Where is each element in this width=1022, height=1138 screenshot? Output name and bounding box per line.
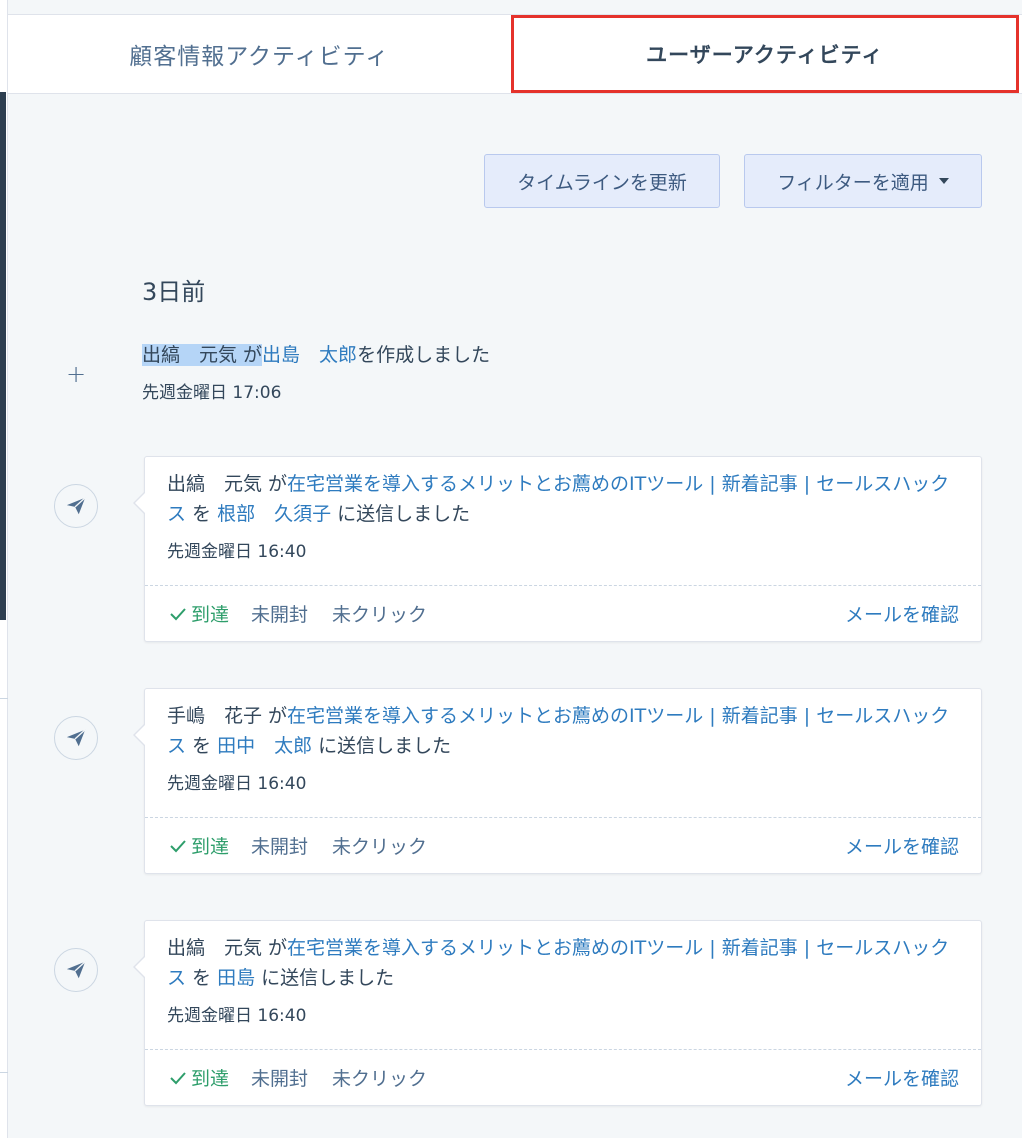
- paper-plane-icon: [54, 716, 98, 760]
- email-card: 出縞 元気 が在宅営業を導入するメリットとお薦めのITツール | 新着記事 | …: [133, 456, 982, 642]
- status-unclicked: 未クリック: [332, 836, 428, 858]
- email-particle: を: [186, 735, 218, 757]
- email-recipient-link[interactable]: 田島: [217, 967, 255, 989]
- check-icon: [170, 839, 186, 852]
- email-sender: 手嶋 花子 が: [167, 705, 288, 727]
- apply-filter-button[interactable]: フィルターを適用: [744, 154, 982, 208]
- view-email-link[interactable]: メールを確認: [845, 1064, 959, 1091]
- view-email-link[interactable]: メールを確認: [845, 832, 959, 859]
- email-description: 出縞 元気 が在宅営業を導入するメリットとお薦めのITツール | 新着記事 | …: [167, 933, 963, 993]
- left-edge-panel: [0, 0, 8, 1138]
- status-delivered: 到達: [169, 600, 229, 627]
- day-header: 3日前: [142, 278, 206, 306]
- refresh-timeline-button[interactable]: タイムラインを更新: [484, 154, 720, 208]
- tab-user-activity[interactable]: ユーザーアクティビティ: [510, 15, 1019, 93]
- caret-down-icon: [938, 178, 949, 184]
- email-description: 手嶋 花子 が在宅営業を導入するメリットとお薦めのITツール | 新着記事 | …: [167, 701, 963, 761]
- created-timestamp: 先週金曜日 17:06: [142, 383, 282, 403]
- email-timestamp: 先週金曜日 16:40: [167, 774, 307, 794]
- email-card: 出縞 元気 が在宅営業を導入するメリットとお薦めのITツール | 新着記事 | …: [133, 920, 982, 1106]
- view-email-link[interactable]: メールを確認: [845, 600, 959, 627]
- email-status-bar: 到達 未開封 未クリック メールを確認: [145, 585, 981, 641]
- left-edge-divider: [0, 1072, 8, 1073]
- activity-tabs: 顧客情報アクティビティ ユーザーアクティビティ: [8, 14, 1022, 94]
- created-action: を作成しました: [357, 344, 491, 366]
- email-suffix: に送信しました: [255, 967, 395, 989]
- status-delivered-label: 到達: [191, 1068, 230, 1090]
- check-icon: [170, 607, 186, 620]
- created-actor: 出縞 元気 が: [142, 344, 263, 366]
- activity-timeline: タイムラインを更新 フィルターを適用 3日前 + 出縞 元気 が出島 太郎を作成…: [8, 94, 1022, 1138]
- plus-icon: +: [66, 360, 87, 388]
- email-timestamp: 先週金曜日 16:40: [167, 1006, 307, 1026]
- email-recipient-link[interactable]: 根部 久須子: [217, 503, 331, 525]
- created-event-text: 出縞 元気 が出島 太郎を作成しました: [142, 340, 490, 367]
- status-delivered: 到達: [169, 1064, 229, 1091]
- email-status-bar: 到達 未開封 未クリック メールを確認: [145, 1049, 981, 1105]
- status-unopened: 未開封: [251, 836, 309, 858]
- email-suffix: に送信しました: [312, 735, 452, 757]
- status-unopened: 未開封: [251, 604, 309, 626]
- created-target-link[interactable]: 出島 太郎: [262, 344, 357, 366]
- paper-plane-icon: [54, 948, 98, 992]
- status-unclicked: 未クリック: [332, 1068, 428, 1090]
- status-delivered-label: 到達: [191, 604, 230, 626]
- email-sender: 出縞 元気 が: [167, 473, 288, 495]
- status-unclicked: 未クリック: [332, 604, 428, 626]
- email-sender: 出縞 元気 が: [167, 937, 288, 959]
- email-particle: を: [186, 503, 218, 525]
- check-icon: [170, 1071, 186, 1084]
- email-status-bar: 到達 未開封 未クリック メールを確認: [145, 817, 981, 873]
- email-description: 出縞 元気 が在宅営業を導入するメリットとお薦めのITツール | 新着記事 | …: [167, 469, 963, 529]
- status-delivered: 到達: [169, 832, 229, 859]
- email-timestamp: 先週金曜日 16:40: [167, 542, 307, 562]
- email-card: 手嶋 花子 が在宅営業を導入するメリットとお薦めのITツール | 新着記事 | …: [133, 688, 982, 874]
- email-suffix: に送信しました: [331, 503, 471, 525]
- left-edge-dark-bar: [0, 92, 6, 620]
- refresh-timeline-label: タイムラインを更新: [517, 171, 687, 194]
- status-unopened: 未開封: [251, 1068, 309, 1090]
- tab-customer-activity[interactable]: 顧客情報アクティビティ: [8, 15, 511, 93]
- email-particle: を: [186, 967, 218, 989]
- apply-filter-label: フィルターを適用: [777, 171, 929, 194]
- paper-plane-icon: [54, 484, 98, 528]
- status-delivered-label: 到達: [191, 836, 230, 858]
- email-recipient-link[interactable]: 田中 太郎: [217, 735, 312, 757]
- left-edge-divider: [0, 698, 8, 699]
